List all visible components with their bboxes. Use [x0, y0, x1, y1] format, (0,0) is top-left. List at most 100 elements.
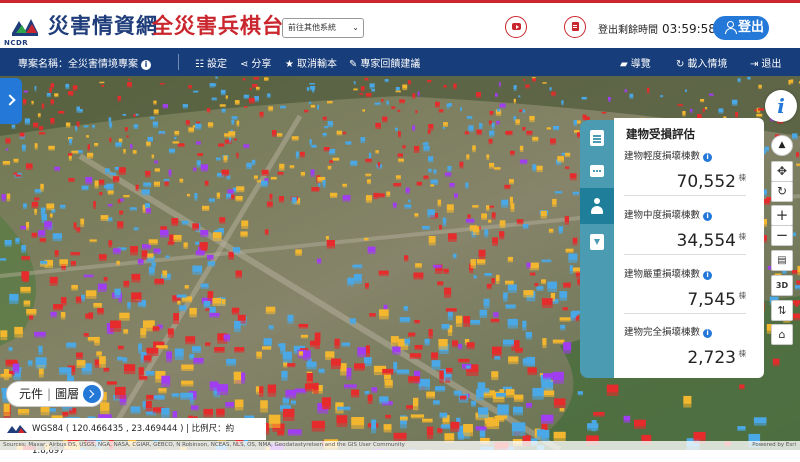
logo-text: NCDR: [4, 39, 28, 47]
load-scenario-button[interactable]: ↻載入情境: [676, 55, 727, 70]
system-select[interactable]: 前往其他系統 ⌄: [282, 18, 364, 38]
building: [34, 332, 46, 336]
info-icon[interactable]: i: [703, 212, 712, 221]
tab-damage-assessment[interactable]: [580, 188, 614, 224]
settings-button[interactable]: ☷設定: [195, 55, 227, 70]
building: [400, 317, 411, 321]
info-icon[interactable]: i: [703, 329, 712, 338]
building-side: [235, 103, 240, 105]
building-side: [379, 316, 389, 319]
layers-tab[interactable]: 圖層: [55, 387, 79, 401]
building-side: [700, 101, 704, 102]
building-side: [400, 321, 411, 323]
building: [683, 396, 691, 404]
tab-download[interactable]: [580, 224, 614, 260]
building: [499, 82, 501, 86]
guide-button[interactable]: ▰導覽: [620, 55, 651, 70]
building-side: [87, 157, 93, 159]
floor-filter-button[interactable]: ⇅: [771, 300, 793, 321]
compass-button[interactable]: ▲: [771, 135, 793, 156]
basemap-button[interactable]: ⌂: [771, 324, 793, 345]
building-side: [402, 148, 405, 149]
building: [31, 101, 33, 104]
building-side: [69, 143, 72, 145]
building: [517, 219, 524, 223]
building-side: [39, 129, 43, 130]
chevron-right-icon[interactable]: [83, 385, 101, 403]
building-side: [754, 423, 767, 426]
building: [395, 128, 398, 130]
share-button[interactable]: ⋖分享: [240, 55, 271, 70]
measure-button[interactable]: ▤: [771, 250, 793, 271]
building: [385, 415, 391, 418]
building-side: [115, 295, 121, 298]
building-side: [350, 165, 357, 167]
building-side: [94, 145, 98, 146]
building-side: [337, 409, 350, 410]
building-side: [532, 81, 536, 82]
building: [133, 150, 137, 153]
building-side: [74, 228, 77, 230]
building: [156, 345, 168, 348]
building: [682, 111, 685, 115]
document-button[interactable]: [564, 16, 586, 38]
building-side: [154, 283, 164, 285]
building: [39, 126, 43, 129]
building-side: [318, 186, 320, 188]
building: [162, 271, 167, 276]
building: [183, 104, 188, 107]
building: [486, 154, 489, 158]
building: [262, 346, 271, 349]
building: [269, 325, 274, 328]
building-side: [144, 360, 152, 362]
zoom-in-button[interactable]: +: [771, 205, 793, 226]
cancel-draft-button[interactable]: ★取消輸本: [285, 55, 337, 70]
building-side: [110, 328, 121, 332]
building: [382, 369, 393, 373]
tab-messages[interactable]: [580, 154, 614, 190]
building: [50, 277, 58, 283]
expert-review-button[interactable]: ✎專家回饋建議: [349, 55, 420, 70]
building: [526, 131, 532, 134]
building: [77, 122, 80, 126]
building: [175, 349, 184, 357]
building-side: [393, 186, 401, 187]
tab-report[interactable]: [580, 120, 614, 156]
logout-button[interactable]: 登出: [713, 16, 769, 40]
building: [234, 372, 241, 380]
zoom-out-button[interactable]: −: [771, 225, 793, 246]
info-toggle-button[interactable]: i: [765, 90, 797, 122]
building-side: [154, 163, 158, 164]
building-side: [570, 271, 573, 274]
info-icon[interactable]: i: [141, 60, 151, 70]
building: [448, 233, 457, 239]
youtube-button[interactable]: [505, 16, 527, 38]
building-side: [530, 268, 539, 270]
building-side: [172, 396, 180, 397]
building-side: [235, 407, 244, 410]
exit-button[interactable]: ⇥退出: [750, 55, 781, 70]
building-side: [378, 166, 380, 168]
building-side: [317, 262, 321, 264]
building: [174, 131, 179, 134]
3d-view-button[interactable]: 3D: [771, 275, 793, 296]
building: [323, 117, 327, 120]
building-side: [224, 339, 230, 341]
building: [437, 281, 443, 284]
layers-switcher[interactable]: 元件|圖層: [6, 381, 104, 407]
rotate-button[interactable]: ↻: [771, 181, 793, 202]
building: [396, 87, 400, 90]
building: [214, 84, 216, 86]
info-icon[interactable]: i: [703, 153, 712, 162]
expand-left-panel-button[interactable]: [0, 78, 22, 124]
building-side: [32, 206, 39, 208]
components-tab[interactable]: 元件: [19, 387, 43, 401]
sliders-icon: ☷: [195, 59, 204, 70]
pan-button[interactable]: ✥: [771, 161, 793, 182]
building: [115, 387, 126, 395]
info-icon[interactable]: i: [703, 271, 712, 280]
building-side: [354, 281, 362, 284]
building: [371, 387, 377, 391]
metric-value: 2,723: [687, 348, 736, 368]
powered-by[interactable]: Powered by Esri: [752, 441, 796, 450]
